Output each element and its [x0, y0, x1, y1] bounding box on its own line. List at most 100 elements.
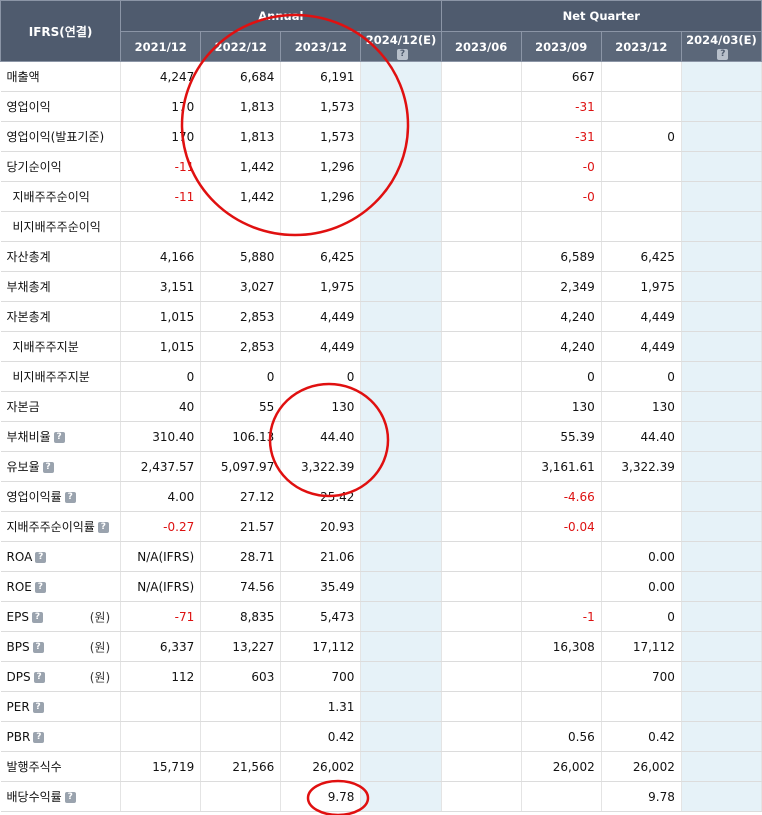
value-cell	[441, 121, 522, 152]
help-icon[interactable]: ?	[31, 611, 43, 623]
help-icon[interactable]: ?	[717, 48, 729, 60]
value-cell: 3,161.61	[521, 451, 602, 482]
table-row: 지배주주순이익률? -0.27 21.57 20.93 -0.04	[0, 511, 762, 542]
value-cell: 0	[280, 361, 362, 392]
value-cell	[360, 151, 442, 182]
row-label: 당기순이익	[0, 151, 122, 182]
value-cell	[601, 691, 682, 722]
value-cell: 21.57	[200, 511, 282, 542]
value-cell	[200, 721, 282, 752]
help-icon[interactable]: ?	[42, 462, 54, 473]
value-cell: 4.00	[120, 481, 202, 512]
table-row: PBR? 0.42 0.56 0.42	[0, 721, 762, 752]
value-cell	[441, 61, 522, 92]
row-label: ROA?	[0, 541, 122, 572]
value-cell	[360, 721, 442, 752]
value-cell	[681, 241, 762, 272]
value-cell	[441, 301, 522, 332]
column-header-period: 2022/12	[200, 31, 282, 62]
value-cell	[360, 481, 442, 512]
value-cell: 27.12	[200, 481, 282, 512]
value-cell: 35.49	[280, 571, 362, 602]
value-cell	[360, 391, 442, 422]
value-cell: 4,449	[601, 331, 682, 362]
value-cell	[601, 91, 682, 122]
value-cell: 2,853	[200, 301, 282, 332]
table-row: 지배주주지분 1,015 2,853 4,449 4,240 4,449	[0, 331, 762, 362]
value-cell	[360, 541, 442, 572]
value-cell: 130	[601, 391, 682, 422]
value-cell: 3,322.39	[601, 451, 682, 482]
value-cell	[120, 721, 202, 752]
help-icon[interactable]: ?	[35, 551, 47, 563]
value-cell	[200, 211, 282, 242]
value-cell	[360, 301, 442, 332]
value-cell: 700	[601, 661, 682, 692]
value-cell	[360, 271, 442, 302]
column-header-period: 2024/12(E)?	[360, 31, 442, 62]
table-row: 유보율? 2,437.57 5,097.97 3,322.39 3,161.61 3,32…	[0, 451, 762, 482]
help-icon[interactable]: ?	[97, 522, 109, 533]
value-cell: 21.06	[280, 541, 362, 572]
value-cell: 28.71	[200, 541, 282, 572]
table-row: 비지배주주지분 0 0 0 0 0	[0, 361, 762, 392]
value-cell: 0.00	[601, 571, 682, 602]
value-cell: 4,166	[120, 241, 202, 272]
value-cell	[681, 181, 762, 212]
value-cell	[681, 751, 762, 782]
value-cell	[360, 601, 442, 632]
table-row: 자본금 40 55 130 130 130	[0, 391, 762, 422]
value-cell: 0	[601, 601, 682, 632]
value-cell	[441, 661, 522, 692]
value-cell	[441, 151, 522, 182]
row-label: 영업이익률?	[0, 481, 122, 512]
value-cell	[280, 211, 362, 242]
value-cell: -0	[521, 181, 602, 212]
value-cell	[200, 691, 282, 722]
value-cell	[521, 541, 602, 572]
value-cell: 170	[120, 91, 202, 122]
value-cell: 1,442	[200, 181, 282, 212]
row-label: 유보율?	[0, 451, 122, 482]
row-label: DPS? (원)	[0, 661, 122, 692]
value-cell	[681, 661, 762, 692]
column-header-period: 2023/09	[520, 31, 602, 62]
value-cell	[681, 541, 762, 572]
value-cell: N/A(IFRS)	[120, 571, 202, 602]
help-icon[interactable]: ?	[396, 48, 408, 60]
row-label: PER?	[0, 691, 122, 722]
value-cell: 0.42	[601, 721, 682, 752]
value-cell	[681, 331, 762, 362]
value-cell: 603	[200, 661, 282, 692]
value-cell	[441, 721, 522, 752]
value-cell	[601, 181, 682, 212]
help-icon[interactable]: ?	[64, 492, 76, 503]
value-cell: 0	[200, 361, 282, 392]
help-icon[interactable]: ?	[32, 701, 44, 713]
row-label: BPS? (원)	[0, 631, 122, 662]
value-cell	[441, 451, 522, 482]
value-cell	[441, 331, 522, 362]
help-icon[interactable]: ?	[32, 641, 44, 653]
help-icon[interactable]: ?	[33, 671, 45, 683]
value-cell: 5,473	[280, 601, 362, 632]
value-cell	[441, 391, 522, 422]
value-cell	[521, 211, 602, 242]
value-cell	[681, 361, 762, 392]
value-cell	[681, 511, 762, 542]
help-icon[interactable]: ?	[64, 792, 76, 803]
row-label: 발행주식수	[0, 751, 122, 782]
value-cell	[360, 451, 442, 482]
help-icon[interactable]: ?	[53, 432, 65, 443]
value-cell	[681, 91, 762, 122]
value-cell	[681, 421, 762, 452]
table-row: ROA? N/A(IFRS) 28.71 21.06 0.00	[0, 541, 762, 572]
column-header-period: 2023/12	[600, 31, 682, 62]
help-icon[interactable]: ?	[34, 581, 46, 593]
value-cell: 44.40	[280, 421, 362, 452]
table-row: BPS? (원) 6,337 13,227 17,112 16,308 17,112	[0, 631, 762, 662]
unit-label: (원)	[89, 610, 111, 624]
table-row: 영업이익(발표기준) 170 1,813 1,573 -31 0	[0, 121, 762, 152]
help-icon[interactable]: ?	[33, 731, 45, 743]
value-cell	[441, 751, 522, 782]
